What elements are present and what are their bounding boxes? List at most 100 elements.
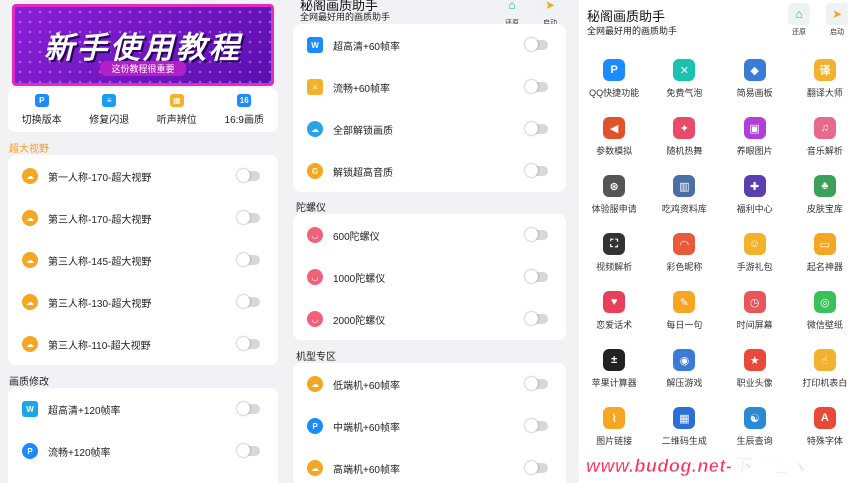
quick-fix-crash[interactable]: ≡ 修复闪退 xyxy=(76,88,144,132)
quick-switch-version[interactable]: P 切换版本 xyxy=(8,88,76,132)
launch-label: 启动 xyxy=(830,29,844,36)
toggle-switch[interactable] xyxy=(525,461,548,474)
tool-item[interactable]: ☯ 生辰查询 xyxy=(720,398,790,456)
quality-row[interactable]: P 流畅+120帧率 xyxy=(8,430,278,472)
cloud-icon: ☁ xyxy=(307,121,323,137)
tool-item[interactable]: ★ 职业头像 xyxy=(720,340,790,398)
gyro-row[interactable]: ◡ 2000陀螺仪 xyxy=(293,298,566,340)
tutorial-banner[interactable]: 新手使用教程 这份教程很重要 xyxy=(12,4,274,86)
restore-label: 还原 xyxy=(792,29,806,36)
tool-item[interactable]: ⊛ 体验服申请 xyxy=(579,166,649,224)
toggle-switch[interactable] xyxy=(237,253,260,266)
model-row[interactable]: ☁ 低端机+60帧率 xyxy=(293,363,566,405)
card-icon: ▭ xyxy=(813,233,836,255)
stamp-icon: ⊛ xyxy=(603,175,626,197)
restore-button[interactable]: ⌂ 还原 xyxy=(785,3,813,37)
tool-label: 参数模拟 xyxy=(596,146,633,156)
translate-icon: 译 xyxy=(813,59,836,81)
tool-item[interactable]: ♫ 音乐解析 xyxy=(790,108,860,166)
quality-row[interactable]: ≡ 流畅+60帧率 xyxy=(293,66,566,108)
view-row[interactable]: ☁ 第三人称-170-超大视野 xyxy=(8,197,278,239)
toggle-switch[interactable] xyxy=(237,169,260,182)
toggle-switch[interactable] xyxy=(237,295,260,308)
tool-label: 音乐解析 xyxy=(806,146,843,156)
tool-label: 随机热舞 xyxy=(666,146,703,156)
tool-item[interactable]: ◎ 微信壁纸 xyxy=(790,282,860,340)
gyro-row[interactable]: ◡ 1000陀螺仪 xyxy=(293,256,566,298)
toggle-switch[interactable] xyxy=(525,270,548,283)
send-icon: ➤ xyxy=(539,0,561,16)
tool-item[interactable]: ◠ 彩色昵称 xyxy=(649,224,719,282)
quality-row[interactable]: W 超高清+120帧率 xyxy=(8,388,278,430)
toggle-switch[interactable] xyxy=(237,337,260,350)
tool-label: QQ快捷功能 xyxy=(589,88,640,98)
tool-item[interactable]: ▥ 吃鸡资料库 xyxy=(649,166,719,224)
toggle-switch[interactable] xyxy=(237,444,260,457)
toggle-switch[interactable] xyxy=(525,377,548,390)
tool-item[interactable]: ▣ 养眼图片 xyxy=(720,108,790,166)
video-icon: ⛶ xyxy=(603,233,626,255)
quality-row[interactable]: W 超高清+60帧率 xyxy=(293,24,566,66)
tool-item[interactable]: ✎ 每日一句 xyxy=(649,282,719,340)
toggle-switch[interactable] xyxy=(525,122,548,135)
quality-row[interactable]: G 解锁超高音质 xyxy=(293,150,566,192)
tool-item[interactable]: ⌇ 图片链接 xyxy=(579,398,649,456)
g-icon: G xyxy=(307,163,323,179)
view-row[interactable]: ☁ 第三人称-145-超大视野 xyxy=(8,239,278,281)
tool-item[interactable]: ▦ 二维码生成 xyxy=(649,398,719,456)
row-label: 第一人称-170-超大视野 xyxy=(48,172,152,184)
view-card: ☁ 第一人称-170-超大视野 ☁ 第三人称-170-超大视野 ☁ 第三人称-1… xyxy=(8,155,278,365)
tool-item[interactable]: ☝ 打印机表白 xyxy=(790,340,860,398)
tool-item[interactable]: ⛶ 视频解析 xyxy=(579,224,649,282)
cloud-icon: ☁ xyxy=(22,294,38,310)
tool-item[interactable]: ± 苹果计算器 xyxy=(579,340,649,398)
w-icon: W xyxy=(307,37,323,53)
tool-item[interactable]: A 特殊字体 xyxy=(790,398,860,456)
tool-item[interactable]: 译翻译大师 xyxy=(790,50,860,108)
tool-item[interactable]: ♥ 恋爱话术 xyxy=(579,282,649,340)
toggle-switch[interactable] xyxy=(525,312,548,325)
model-row[interactable]: ☁ 高端机+60帧率 xyxy=(293,447,566,483)
panel-tools: 秘阁画质助手 全网最好用的画质助手 ⌂ 还原 ➤ 启动 P QQ快捷功能 ✕ 免费气泡… xyxy=(579,0,860,483)
toggle-switch[interactable] xyxy=(525,419,548,432)
gyro-row[interactable]: ◡ 600陀螺仪 xyxy=(293,214,566,256)
tool-item[interactable]: P QQ快捷功能 xyxy=(579,50,649,108)
app-title: 秘阁画质助手 xyxy=(587,9,666,24)
tool-item[interactable]: ☺ 手游礼包 xyxy=(720,224,790,282)
dance-icon: ✦ xyxy=(673,117,696,139)
tool-item[interactable]: ✚ 福利中心 xyxy=(720,166,790,224)
toggle-switch[interactable] xyxy=(525,80,548,93)
tool-label: 手游礼包 xyxy=(736,262,773,272)
toggle-switch[interactable] xyxy=(525,228,548,241)
launch-button[interactable]: ➤ 启动 xyxy=(823,3,851,37)
view-row[interactable]: ☁ 第一人称-170-超大视野 xyxy=(8,155,278,197)
tool-label: 特殊字体 xyxy=(806,436,843,446)
tool-item[interactable]: ◉ 解压游戏 xyxy=(649,340,719,398)
toggle-switch[interactable] xyxy=(525,38,548,51)
tool-item[interactable]: ✕ 免费气泡 xyxy=(649,50,719,108)
tool-item[interactable]: ♣ 皮肤宝库 xyxy=(790,166,860,224)
row-label: 第三人称-145-超大视野 xyxy=(48,256,152,268)
tool-label: 免费气泡 xyxy=(666,88,703,98)
tool-item[interactable]: ◀ 参数模拟 xyxy=(579,108,649,166)
model-row[interactable]: P 中端机+60帧率 xyxy=(293,405,566,447)
tool-item[interactable]: ◷ 时间屏幕 xyxy=(720,282,790,340)
tool-label: 起名神器 xyxy=(806,262,843,272)
quick-aspect-ratio[interactable]: 16 16:9画质 xyxy=(211,88,279,132)
tool-item[interactable]: ▭ 起名神器 xyxy=(790,224,860,282)
tool-label: 打印机表白 xyxy=(802,378,848,388)
toggle-switch[interactable] xyxy=(237,402,260,415)
toggle-switch[interactable] xyxy=(237,211,260,224)
aspect-icon: 16 xyxy=(237,94,252,107)
view-row[interactable]: ☁ 第三人称-110-超大视野 xyxy=(8,323,278,365)
quality-row[interactable]: ☁ 全部解锁画质 xyxy=(293,108,566,150)
quick-actions: P 切换版本 ≡ 修复闪退 ▦ 听声辨位 16 16:9画质 xyxy=(8,88,278,132)
row-label: 流畅+120帧率 xyxy=(48,447,111,459)
tool-item[interactable]: ◆ 简易画板 xyxy=(720,50,790,108)
tool-label: 图片链接 xyxy=(596,436,633,446)
view-row[interactable]: ☁ 第三人称-130-超大视野 xyxy=(8,281,278,323)
toggle-switch[interactable] xyxy=(525,164,548,177)
restore-icon: ⌂ xyxy=(501,0,523,16)
quick-sound-position[interactable]: ▦ 听声辨位 xyxy=(143,88,211,132)
tool-item[interactable]: ✦ 随机热舞 xyxy=(649,108,719,166)
